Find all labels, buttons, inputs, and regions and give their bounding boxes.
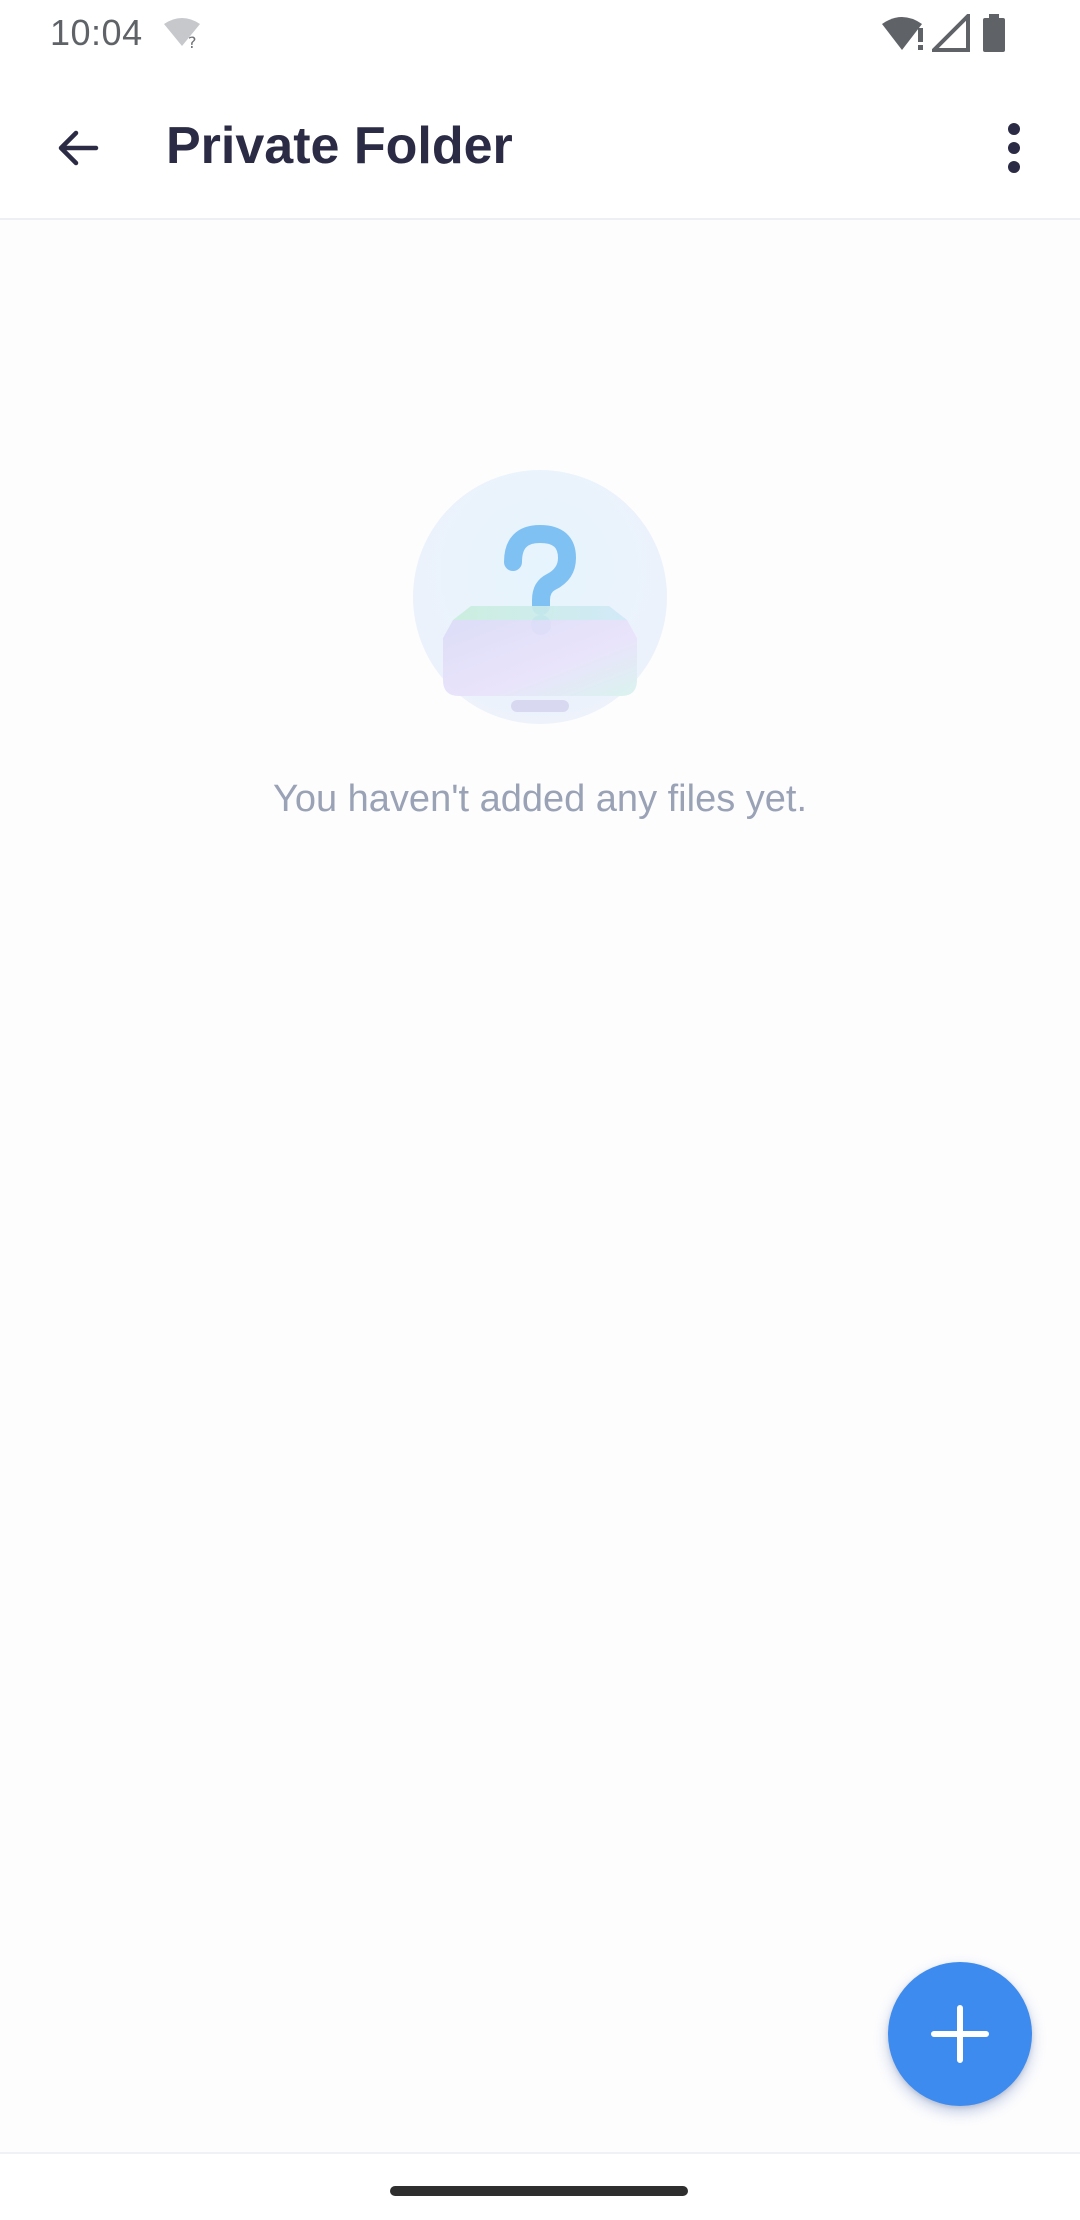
page-title: Private Folder bbox=[166, 117, 513, 175]
add-file-button[interactable] bbox=[888, 1962, 1032, 2106]
empty-message: You haven't added any files yet. bbox=[272, 778, 808, 820]
status-time: 10:04 bbox=[50, 12, 143, 53]
empty-box-question-icon bbox=[413, 470, 667, 724]
battery-icon bbox=[983, 14, 1005, 52]
status-right-icons bbox=[880, 14, 1080, 54]
gesture-handle[interactable] bbox=[390, 2186, 688, 2196]
more-options-button[interactable] bbox=[976, 110, 1052, 186]
arrow-left-icon bbox=[58, 130, 99, 166]
wifi-alert-icon bbox=[882, 17, 923, 50]
empty-state: You haven't added any files yet. bbox=[0, 470, 1080, 824]
wifi-unknown-icon: ? bbox=[162, 16, 206, 52]
cell-signal-icon bbox=[932, 14, 970, 52]
status-bar: 10:04 ? bbox=[0, 0, 1080, 66]
more-vertical-icon bbox=[1008, 123, 1020, 173]
navigation-gesture-bar bbox=[0, 2152, 1080, 2220]
app-bar: Private Folder bbox=[0, 66, 1080, 220]
plus-icon bbox=[931, 2005, 989, 2063]
svg-text:?: ? bbox=[188, 33, 197, 50]
back-button[interactable] bbox=[40, 110, 116, 186]
screen: 10:04 ? Private Folder You haven't added… bbox=[0, 0, 1080, 2220]
